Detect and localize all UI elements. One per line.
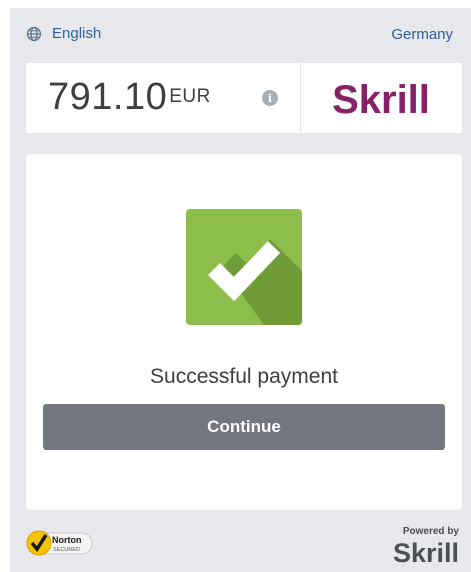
info-icon[interactable]: i xyxy=(262,90,278,106)
amount-value: 791.10 xyxy=(48,76,168,118)
info-glyph: i xyxy=(267,91,273,105)
language-selector[interactable]: English xyxy=(26,25,101,42)
top-bar: English Germany xyxy=(10,8,471,62)
svg-text:Skrill: Skrill xyxy=(332,78,430,122)
country-selector[interactable]: Germany xyxy=(391,26,453,43)
payment-frame: English Germany 791.10 EUR i Skrill Succ… xyxy=(10,8,471,572)
payment-amount: 791.10 EUR xyxy=(48,77,211,117)
svg-text:Skrill: Skrill xyxy=(393,538,459,566)
svg-text:SECURED: SECURED xyxy=(53,547,80,553)
result-card: Successful payment Continue xyxy=(26,154,462,510)
payment-status-message: Successful payment xyxy=(150,365,338,388)
globe-icon xyxy=(26,26,42,41)
norton-secured-badge: Norton SECURED xyxy=(26,530,93,556)
svg-text:Norton: Norton xyxy=(52,535,82,545)
svg-text:Powered by: Powered by xyxy=(403,526,460,537)
powered-by-skrill: Powered by Skrill xyxy=(393,526,460,566)
skrill-logo: Skrill xyxy=(332,78,430,122)
continue-button[interactable]: Continue xyxy=(43,404,445,450)
amount-divider xyxy=(300,63,301,133)
checkmark-icon xyxy=(186,209,302,325)
amount-card: 791.10 EUR i Skrill xyxy=(26,63,462,133)
amount-currency: EUR xyxy=(169,86,211,107)
language-label: English xyxy=(52,25,102,42)
